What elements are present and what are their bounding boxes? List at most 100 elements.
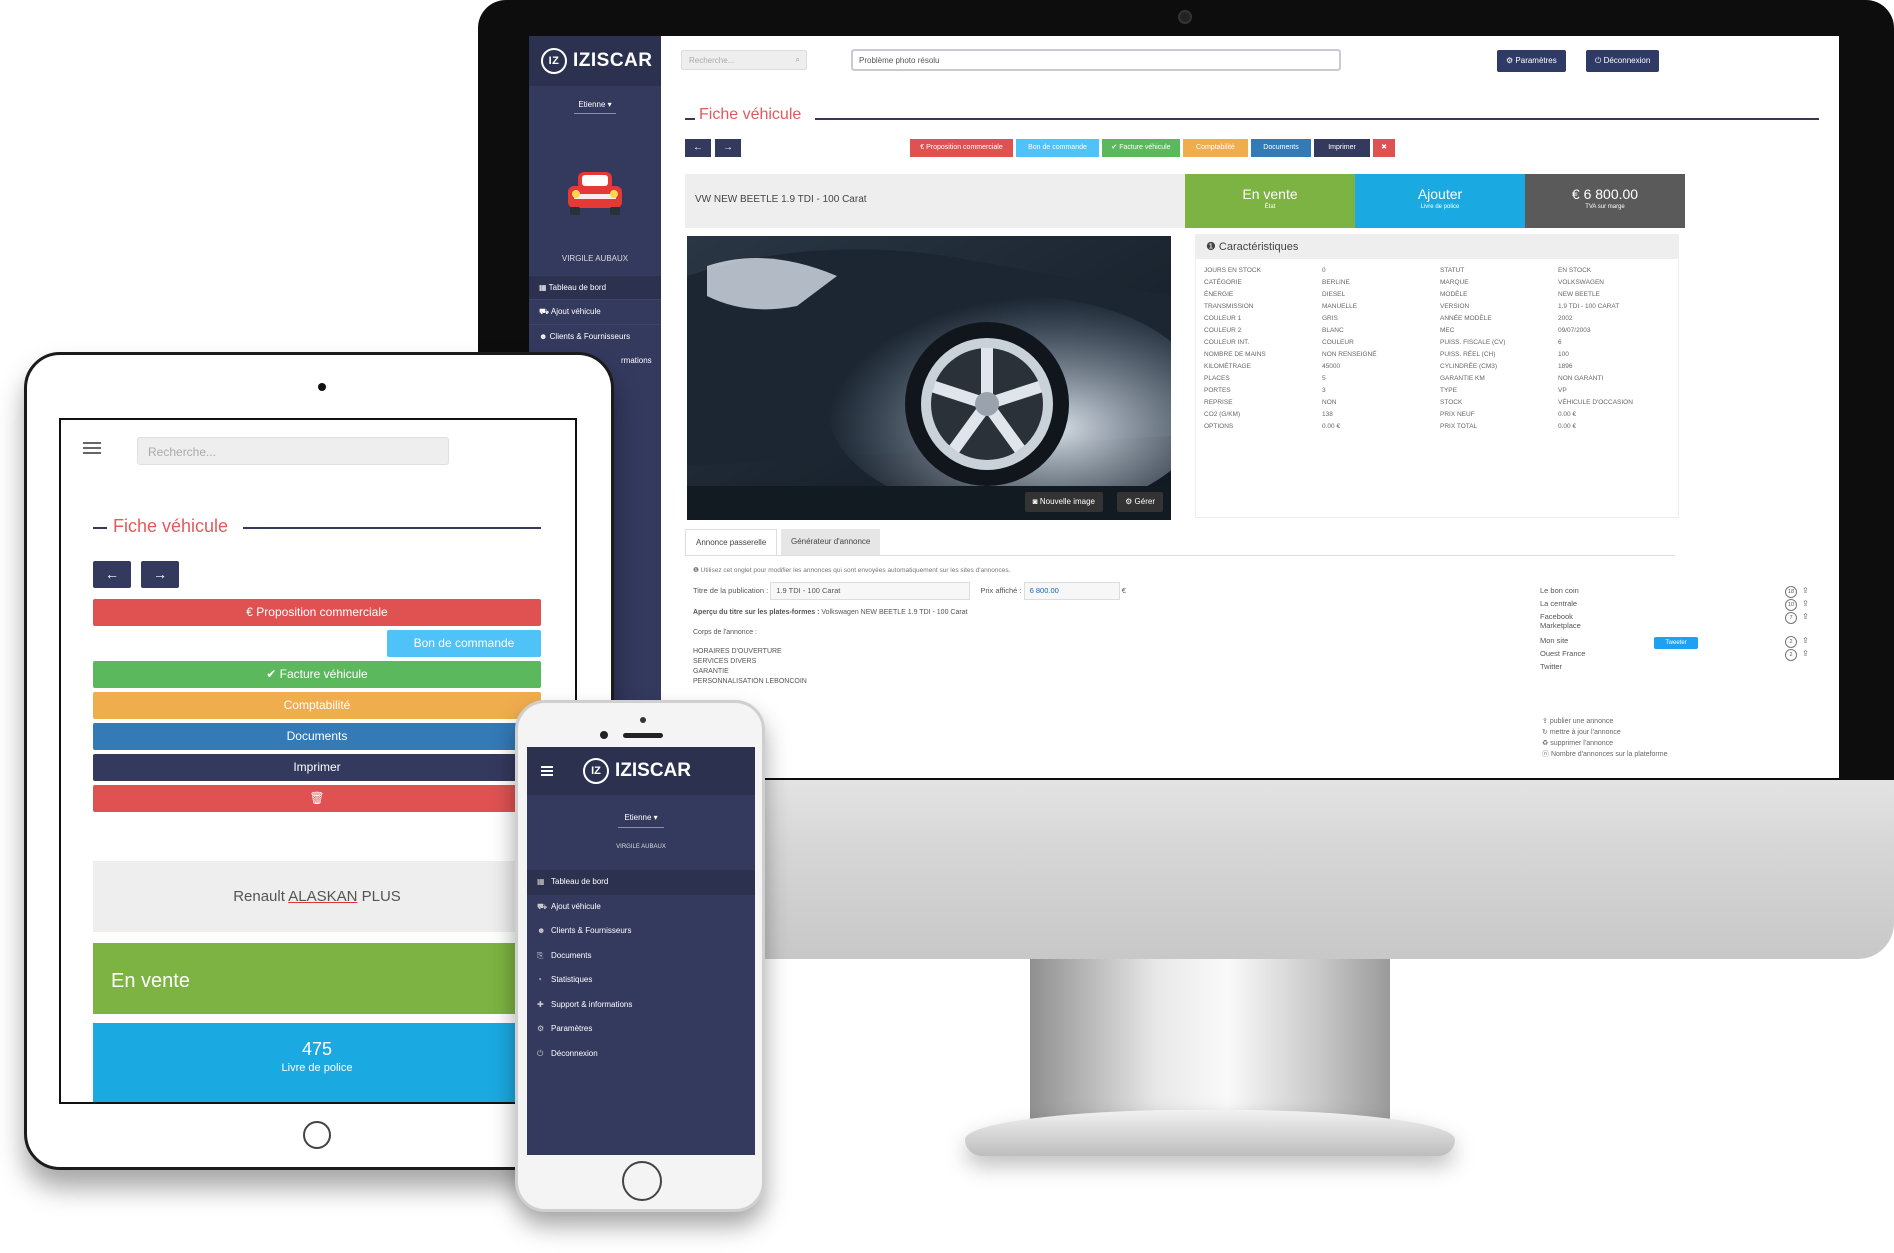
platform-row: Ouest France 2 ⇪ <box>1540 649 1815 662</box>
platform-count-badge[interactable]: 2 <box>1785 649 1797 661</box>
tile-sub: TVA sur marge <box>1585 204 1625 210</box>
manage-label: Gérer <box>1134 497 1155 506</box>
prev-button[interactable]: ← <box>685 139 711 157</box>
settings-button[interactable]: ⚙ Paramètres <box>1497 50 1566 72</box>
status-tile[interactable]: En vente <box>93 943 541 1014</box>
pub-title-input[interactable]: 1.9 TDI - 100 Carat <box>770 582 971 600</box>
menu-item-clients[interactable]: ☻ Clients & Fournisseurs <box>529 324 661 348</box>
new-image-button[interactable]: ◙ Nouvelle image <box>1024 492 1103 512</box>
tab-ad-generator[interactable]: Générateur d'annonce <box>781 529 881 555</box>
publish-icon[interactable]: ⇪ <box>1802 636 1809 645</box>
police-tile[interactable]: Ajouter Livre de police <box>1355 174 1525 228</box>
specs-panel: ❶ Caractéristiques Jours en stock 0 Statut… <box>1195 234 1679 518</box>
platform-count-badge[interactable]: 10 <box>1785 599 1797 611</box>
publish-icon[interactable]: ⇪ <box>1802 586 1809 595</box>
platform-count-badge[interactable]: 7 <box>1785 612 1797 624</box>
menu-item[interactable]: ⚙ Paramètres <box>527 1017 755 1042</box>
spec-value: 0.00 € <box>1558 423 1577 430</box>
logout-button[interactable]: ⏻ Déconnexion <box>1586 50 1660 72</box>
spec-label: CO2 (g/km) <box>1204 411 1241 418</box>
price-tile[interactable]: € 6 800.00 TVA sur marge <box>1525 174 1685 228</box>
action-button[interactable]: ✔ Facture véhicule <box>1102 139 1180 157</box>
body-line: HORAIRES D'OUVERTURE <box>693 648 782 655</box>
spec-label: Stock <box>1440 399 1463 406</box>
publish-icon[interactable]: ⇪ <box>1802 599 1809 608</box>
publish-icon[interactable]: ⇪ <box>1802 649 1809 658</box>
message-field[interactable]: Problème photo résolu <box>851 49 1341 71</box>
action-button[interactable]: ✖ <box>1373 139 1395 157</box>
action-button[interactable]: Documents <box>1251 139 1311 157</box>
action-button[interactable]: Documents <box>93 723 541 750</box>
vehicle-name: VW NEW BEETLE 1.9 TDI - 100 Carat <box>695 194 867 205</box>
menu-item-add-vehicle[interactable]: ⛟ Ajout véhicule <box>529 299 661 324</box>
spec-value: 0 <box>1322 267 1326 274</box>
menu-item[interactable]: ⛟ Ajout véhicule <box>527 895 755 920</box>
action-button[interactable]: € Proposition commerciale <box>93 599 541 626</box>
twitter-button[interactable]: Tweeter <box>1654 637 1698 649</box>
vehicle-make: Renault <box>233 888 289 905</box>
platform-name: La centrale <box>1540 599 1578 608</box>
spec-value: 138 <box>1322 411 1333 418</box>
action-button[interactable]: € Proposition commerciale <box>910 139 1013 157</box>
prev-button[interactable]: ← <box>93 561 131 588</box>
menu-item[interactable]: ▦ Tableau de bord <box>527 870 755 895</box>
menu-item[interactable]: ⎘ Documents <box>527 944 755 969</box>
title-preview: Aperçu du titre sur les plates-formes : … <box>693 609 968 616</box>
manage-button[interactable]: ⚙ Gérer <box>1117 492 1163 512</box>
legend-item: ⓝ Nombre d'annonces sur la plateforme <box>1542 749 1667 760</box>
next-button[interactable]: → <box>141 561 179 588</box>
spec-label: MEC <box>1440 327 1455 334</box>
upload-icon: ⇪ <box>1542 718 1550 725</box>
spec-label: Reprise <box>1204 399 1233 406</box>
menu-item[interactable]: ◔ Statistiques <box>527 968 755 993</box>
pub-title-label: Titre de la publication : <box>693 585 769 595</box>
user-dropdown[interactable]: Etienne ▾ <box>529 100 661 114</box>
menu-item-partial[interactable]: rmations <box>621 356 652 365</box>
spec-label: Version <box>1440 303 1470 310</box>
spec-value: Véhicule d'occasion <box>1558 399 1633 406</box>
spec-value: Diesel <box>1322 291 1346 298</box>
publish-icon[interactable]: ⇪ <box>1802 612 1809 621</box>
spec-value: Manuelle <box>1322 303 1358 310</box>
dashboard-icon: ▦ <box>539 283 549 292</box>
tab-ad-gateway[interactable]: Annonce passerelle <box>685 529 778 555</box>
user-dropdown-label: Etienne ▾ <box>618 813 664 828</box>
desktop-screen: IZ IZISCAR Etienne ▾ VIRGILE AUBAUX ▦ Ta… <box>529 36 1839 778</box>
spec-label: Couleur 1 <box>1204 315 1242 322</box>
ad-tabs: Annonce passerelle Générateur d'annonce <box>685 529 1185 555</box>
spec-label: Nombre de mains <box>1204 351 1266 358</box>
page-title: Fiche véhicule <box>93 516 541 540</box>
platform-count-badge[interactable]: 2 <box>1785 636 1797 648</box>
menu-item[interactable]: ✚ Support & informations <box>527 993 755 1018</box>
price-input[interactable]: 6 800.00 <box>1023 582 1120 600</box>
spec-label: Options <box>1204 423 1234 430</box>
police-tile[interactable]: 475 Livre de police <box>93 1023 541 1102</box>
action-button[interactable]: Imprimer <box>93 754 541 781</box>
action-button[interactable]: ✔ Facture véhicule <box>93 661 541 688</box>
search-input[interactable]: Recherche... <box>137 437 449 465</box>
action-button[interactable]: Imprimer <box>1314 139 1370 157</box>
ad-body-textarea[interactable]: HORAIRES D'OUVERTURE SERVICES DIVERS GAR… <box>693 647 1223 765</box>
next-button[interactable]: → <box>715 139 741 157</box>
action-button[interactable]: 🗑 <box>93 785 541 812</box>
menu-item[interactable]: ⏻ Déconnexion <box>527 1042 755 1067</box>
desktop-logo[interactable]: IZ IZISCAR <box>529 36 661 86</box>
menu-item[interactable]: ☻ Clients & Fournisseurs <box>527 919 755 944</box>
phone-logo[interactable]: IZ IZISCAR <box>583 758 691 784</box>
menu-item-dashboard[interactable]: ▦ Tableau de bord <box>529 275 661 299</box>
user-dropdown[interactable]: Etienne ▾ <box>527 813 755 828</box>
action-button[interactable]: Comptabilité <box>93 692 541 719</box>
phone-home-button[interactable] <box>622 1161 662 1201</box>
menu-label: Clients & Fournisseurs <box>549 332 631 341</box>
phone-sensor <box>640 717 646 723</box>
action-button[interactable]: Bon de commande <box>387 630 541 657</box>
action-button[interactable]: Comptabilité <box>1183 139 1248 157</box>
search-input[interactable]: Recherche... ⌕ <box>681 50 807 70</box>
status-tile[interactable]: En vente État <box>1185 174 1355 228</box>
platform-count-badge[interactable]: 18 <box>1785 586 1797 598</box>
tablet-home-button[interactable] <box>303 1121 331 1149</box>
spec-value: 5 <box>1322 375 1326 382</box>
hamburger-menu-icon[interactable] <box>541 766 553 776</box>
action-button[interactable]: Bon de commande <box>1016 139 1099 157</box>
hamburger-menu-icon[interactable] <box>83 442 101 456</box>
